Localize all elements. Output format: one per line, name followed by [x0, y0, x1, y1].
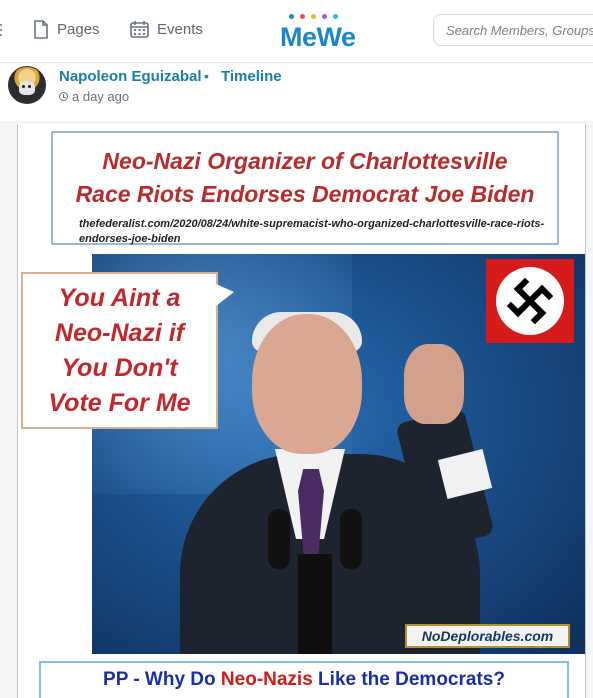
caption-post: Like the Democrats? — [312, 669, 505, 690]
speaker-head — [252, 314, 362, 454]
raised-fist — [404, 344, 464, 424]
clock-icon — [59, 92, 68, 101]
mewe-logo[interactable]: MeWe — [280, 12, 360, 52]
calendar-icon — [130, 21, 149, 38]
swastika-flag-icon — [486, 259, 574, 343]
headline-line-2: Race Riots Endorses Democrat Joe Biden — [75, 181, 535, 207]
flag-disc — [496, 267, 564, 335]
post-time-label: a day ago — [72, 89, 130, 104]
headline-box: Neo-Nazi Organizer of Charlottesville Ra… — [51, 131, 559, 245]
nav-pages-label: Pages — [57, 21, 100, 38]
post-header: Napoleon Eguizabal • Timeline a day ago — [0, 63, 593, 121]
avatar[interactable] — [8, 66, 46, 104]
post-location-link[interactable]: Timeline — [221, 68, 282, 85]
post-image[interactable]: Neo-Nazi Organizer of Charlottesville Ra… — [17, 124, 586, 698]
speech-line: You Aint a — [58, 284, 181, 312]
top-navigation-bar: Pages Events MeWe — [0, 0, 593, 63]
nav-pages[interactable]: Pages — [33, 20, 100, 39]
source-url: thefederalist.com/2020/08/24/white-supre… — [79, 218, 545, 245]
caption-box: PP - Why Do Neo-Nazis Like the Democrats… — [39, 661, 569, 698]
caption-highlight: Neo-Nazis — [220, 669, 313, 690]
speech-line: You Don't — [61, 354, 178, 382]
caption: PP - Why Do Neo-Nazis Like the Democrats… — [41, 669, 567, 691]
logo-dot — [311, 14, 316, 19]
post-timestamp[interactable]: a day ago — [59, 89, 129, 104]
podium — [298, 554, 332, 654]
search-input[interactable] — [434, 15, 593, 45]
logo-dot — [289, 14, 294, 19]
page-icon — [34, 20, 48, 39]
logo-dot — [333, 14, 338, 19]
avatar-skull — [19, 81, 35, 95]
separator: • — [204, 68, 209, 84]
swastika-icon — [507, 278, 553, 324]
nav-events[interactable]: Events — [130, 20, 203, 38]
speech-line: Vote For Me — [48, 389, 191, 417]
speech-bubble: You Aint a Neo-Nazi if You Don't Vote Fo… — [21, 272, 234, 429]
logo-wordmark: MeWe — [280, 22, 356, 52]
headline-line-1: Neo-Nazi Organizer of Charlottesville — [102, 148, 508, 174]
caption-pre: PP - Why Do — [103, 669, 221, 690]
logo-dot — [300, 14, 305, 19]
logo-dot — [322, 14, 327, 19]
search-box[interactable] — [433, 14, 593, 46]
menu-icon[interactable] — [0, 24, 4, 38]
speech-line: Neo-Nazi if — [54, 319, 185, 347]
watermark: NoDeplorables.com — [405, 624, 570, 648]
microphone-icon — [268, 509, 290, 569]
nav-events-label: Events — [157, 20, 203, 38]
microphone-icon — [340, 509, 362, 569]
logo-dots — [289, 14, 338, 19]
post-author[interactable]: Napoleon Eguizabal — [59, 68, 202, 85]
